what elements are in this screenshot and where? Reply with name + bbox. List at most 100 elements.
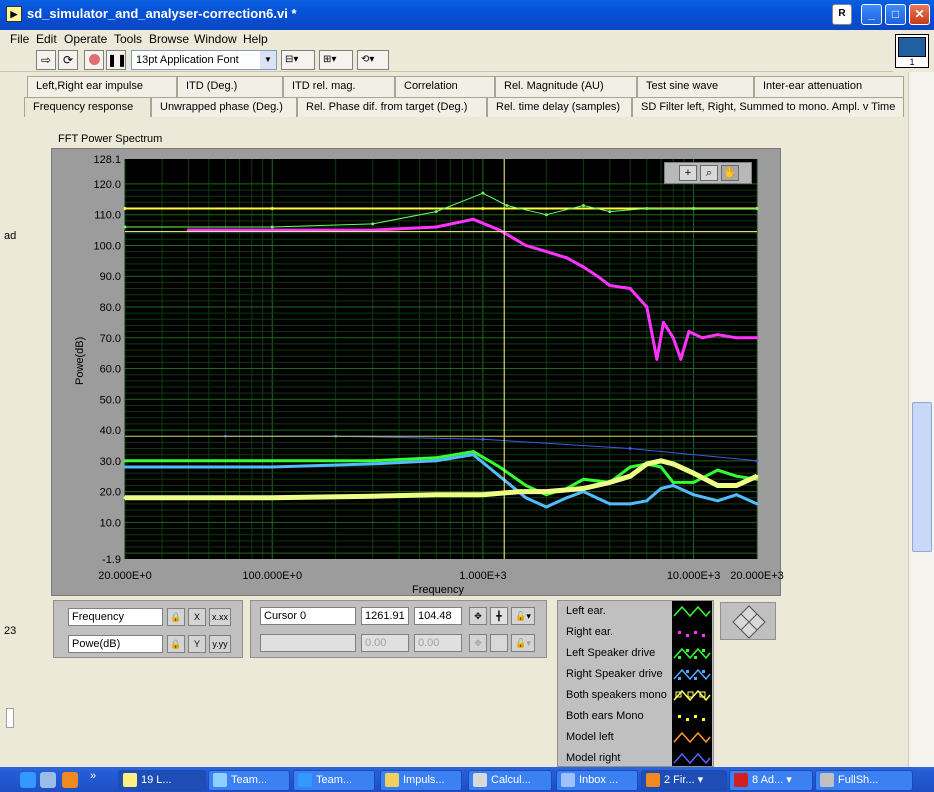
data-point [544, 505, 548, 509]
task-inbox[interactable]: Inbox ... [556, 770, 638, 791]
data-point [755, 207, 759, 211]
data-point [434, 210, 438, 214]
data-point [270, 496, 274, 500]
pan-hand-icon[interactable]: ✋ [721, 165, 739, 181]
y-tick-label: 70.0 [100, 333, 121, 345]
data-point [471, 217, 475, 221]
legend-swatch [672, 685, 712, 706]
diamond-nav-icon[interactable] [721, 603, 777, 641]
legend-item[interactable]: Model left [558, 727, 713, 748]
y-axis-label: Powe(dB) [74, 336, 86, 385]
data-point [498, 228, 502, 232]
legend-item-label: Right ear. [566, 626, 614, 638]
data-point [735, 493, 739, 497]
y-tick-label: 60.0 [100, 364, 121, 376]
legend-item[interactable]: Right ear. [558, 622, 713, 643]
x-axis-label: Frequency [412, 584, 464, 596]
cursor-lock-icon-2: 🔓▾ [511, 634, 535, 652]
y-lock-icon[interactable]: 🔒 [167, 635, 185, 653]
cursor-y-value[interactable]: 104.48 [414, 607, 462, 625]
cursor-x-value[interactable]: 1261.91 [361, 607, 409, 625]
legend-item[interactable]: Both ears Mono [558, 706, 713, 727]
data-point [716, 499, 720, 503]
graph-palette: + ⌕ ✋ [664, 162, 752, 184]
data-point [498, 474, 502, 478]
legend-swatch [672, 727, 712, 748]
cursor-move-icon[interactable]: + [679, 165, 697, 181]
fft-power-spectrum-plot[interactable]: 128.1 120.0 110.0 100.0 90.0 80.0 70.0 60.0 50.0… [0, 0, 934, 600]
legend-item[interactable]: Left Speaker drive [558, 643, 713, 664]
data-point [755, 459, 759, 463]
cursor-lock-icon[interactable]: 🔓▾ [511, 607, 535, 625]
legend-swatch [672, 622, 712, 643]
task-calcul[interactable]: Calcul... [468, 770, 552, 791]
data-point [123, 459, 127, 463]
x-autoscale-button[interactable]: X [188, 608, 206, 626]
y-format-button[interactable]: y.yy [209, 635, 231, 653]
x-format-button[interactable]: x.xx [209, 608, 231, 626]
data-point [659, 487, 663, 491]
data-point [270, 465, 274, 469]
y-tick-label: 20.0 [100, 487, 121, 499]
y-tick-label: 30.0 [100, 456, 121, 468]
data-point [481, 493, 485, 497]
firefox-quicklaunch-icon[interactable] [62, 772, 78, 788]
data-point [755, 502, 759, 506]
y-tick-label: 10.0 [100, 517, 121, 529]
data-point [434, 459, 438, 463]
data-point [735, 483, 739, 487]
task-fullshot[interactable]: FullSh... [815, 770, 913, 791]
zoom-icon[interactable]: ⌕ [700, 165, 718, 181]
legend-swatch [672, 706, 712, 727]
taskbar: » 19 L... Team... Team... Impuls... Calc… [0, 767, 934, 792]
legend-swatch [672, 664, 712, 685]
legend-item-label: Right Speaker drive [566, 668, 663, 680]
legend-swatch [672, 748, 712, 766]
cursor-name-field[interactable]: Cursor 0 [260, 607, 356, 625]
data-point [371, 222, 375, 226]
data-point [755, 474, 759, 478]
data-point [434, 225, 438, 229]
legend-item[interactable]: Both speakers mono [558, 685, 713, 706]
data-point [687, 330, 691, 334]
task-impuls[interactable]: Impuls... [380, 770, 462, 791]
data-point [645, 305, 649, 309]
data-point [498, 465, 502, 469]
y-scale-name[interactable]: Powe(dB) [68, 635, 163, 653]
cursor-move-icon[interactable]: ✥ [469, 607, 487, 625]
data-point [655, 357, 659, 361]
data-point [692, 493, 696, 497]
y-autoscale-button[interactable]: Y [188, 635, 206, 653]
y-tick-label: 128.1 [93, 154, 121, 166]
task-team-1[interactable]: Team... [208, 770, 290, 791]
task-firefox[interactable]: 2 Fir... ▾ [641, 770, 727, 791]
x-lock-icon[interactable]: 🔒 [167, 608, 185, 626]
data-point [671, 480, 675, 484]
data-point [692, 480, 696, 484]
data-point [608, 210, 612, 214]
task-labview[interactable]: 19 L... [118, 770, 206, 791]
cursor-navigation-diamond[interactable] [720, 602, 776, 640]
data-point [270, 228, 274, 232]
cursor-style-icon[interactable]: ╋ [490, 607, 508, 625]
data-point [270, 459, 274, 463]
cursor-name-field-2 [260, 634, 356, 652]
data-point [628, 287, 632, 291]
legend-item[interactable]: Model right [558, 748, 713, 766]
task-adobe[interactable]: 8 Ad... ▾ [729, 770, 813, 791]
x-scale-name[interactable]: Frequency [68, 608, 163, 626]
task-team-2[interactable]: Team... [293, 770, 375, 791]
data-point [471, 453, 475, 457]
explorer-quicklaunch-icon[interactable] [40, 772, 56, 788]
legend-item-label: Model right [566, 752, 621, 764]
data-point [544, 213, 548, 217]
legend-item[interactable]: Left ear. [558, 601, 713, 622]
data-point [735, 336, 739, 340]
legend-item[interactable]: Right Speaker drive [558, 664, 713, 685]
ie-quicklaunch-icon[interactable] [20, 772, 36, 788]
x-tick-label: 10.000E+3 [667, 570, 721, 582]
quicklaunch-more-icon[interactable]: » [90, 770, 96, 782]
scale-legend: Frequency 🔒 X x.xx Powe(dB) 🔒 Y y.yy [53, 600, 243, 658]
data-point [524, 483, 528, 487]
cursor-style-icon-2 [490, 634, 508, 652]
